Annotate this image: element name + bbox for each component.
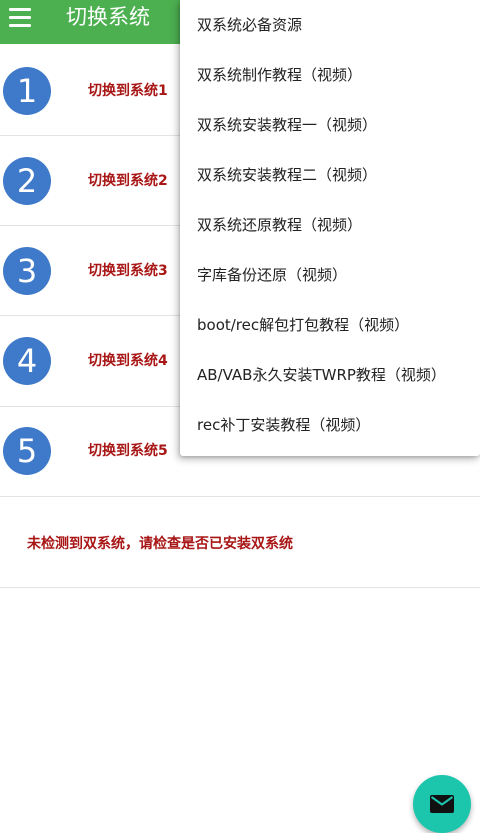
menu-item-install-tutorial-2[interactable]: 双系统安装教程二（视频） bbox=[180, 150, 480, 200]
overflow-dropdown-menu: 双系统必备资源 双系统制作教程（视频） 双系统安装教程一（视频） 双系统安装教程… bbox=[180, 0, 480, 456]
menu-item-boot-rec-unpack[interactable]: boot/rec解包打包教程（视频） bbox=[180, 300, 480, 350]
system-number-5[interactable]: 5 bbox=[3, 427, 51, 475]
menu-item-label: rec补丁安装教程（视频） bbox=[197, 416, 371, 434]
no-dual-system-warning: 未检测到双系统，请检查是否已安装双系统 bbox=[27, 536, 293, 552]
menu-item-dual-system-resources[interactable]: 双系统必备资源 bbox=[180, 0, 480, 50]
hamburger-menu-icon[interactable] bbox=[9, 8, 31, 28]
system-number-3[interactable]: 3 bbox=[3, 247, 51, 295]
system-number-2[interactable]: 2 bbox=[3, 157, 51, 205]
switch-system-5-label[interactable]: 切换到系统5 bbox=[88, 442, 168, 460]
menu-item-dual-system-make-tutorial[interactable]: 双系统制作教程（视频） bbox=[180, 50, 480, 100]
menu-item-install-tutorial-1[interactable]: 双系统安装教程一（视频） bbox=[180, 100, 480, 150]
system-number-4[interactable]: 4 bbox=[3, 337, 51, 385]
switch-system-2-label[interactable]: 切换到系统2 bbox=[88, 172, 168, 190]
menu-item-rec-patch-install[interactable]: rec补丁安装教程（视频） bbox=[180, 400, 480, 450]
switch-system-4-label[interactable]: 切换到系统4 bbox=[88, 352, 168, 370]
switch-system-1-label[interactable]: 切换到系统1 bbox=[88, 82, 168, 100]
divider bbox=[0, 496, 480, 497]
menu-item-label: 字库备份还原（视频） bbox=[197, 266, 348, 284]
menu-item-label: boot/rec解包打包教程（视频） bbox=[197, 316, 410, 334]
system-number-1[interactable]: 1 bbox=[3, 67, 51, 115]
menu-item-label: 双系统还原教程（视频） bbox=[197, 216, 363, 234]
menu-item-label: 双系统安装教程二（视频） bbox=[197, 166, 378, 184]
app-title: 切换系统 bbox=[66, 5, 150, 29]
menu-item-label: 双系统必备资源 bbox=[197, 16, 303, 34]
email-fab-button[interactable] bbox=[413, 775, 471, 833]
menu-item-label: AB/VAB永久安装TWRP教程（视频） bbox=[197, 366, 446, 384]
mail-icon bbox=[430, 795, 454, 813]
menu-item-font-backup-restore[interactable]: 字库备份还原（视频） bbox=[180, 250, 480, 300]
switch-system-3-label[interactable]: 切换到系统3 bbox=[88, 262, 168, 280]
menu-item-label: 双系统安装教程一（视频） bbox=[197, 116, 378, 134]
divider bbox=[0, 587, 480, 588]
menu-item-twrp-install[interactable]: AB/VAB永久安装TWRP教程（视频） bbox=[180, 350, 480, 400]
menu-item-restore-tutorial[interactable]: 双系统还原教程（视频） bbox=[180, 200, 480, 250]
menu-item-label: 双系统制作教程（视频） bbox=[197, 66, 363, 84]
